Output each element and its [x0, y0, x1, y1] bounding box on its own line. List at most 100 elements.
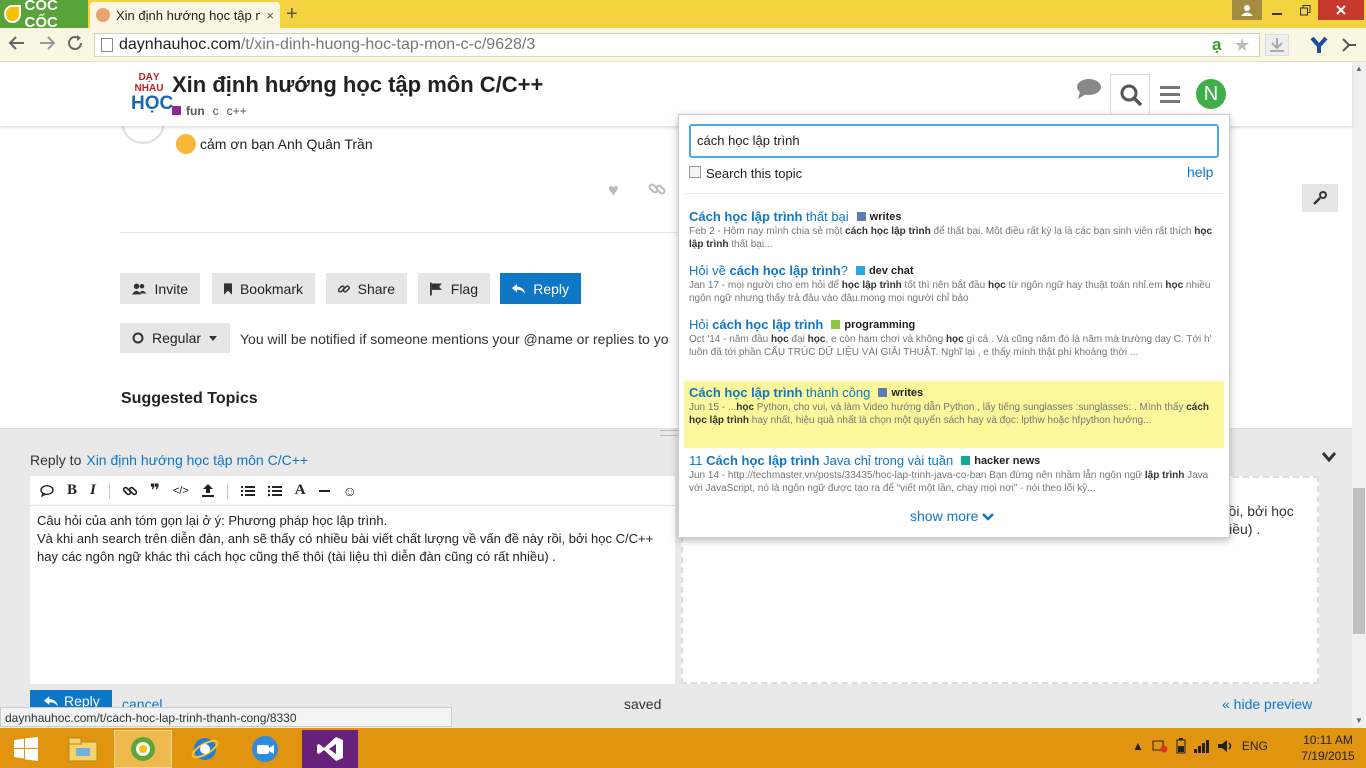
bullet-list-icon[interactable] — [267, 485, 282, 497]
emoji-smile-icon[interactable]: ☺ — [343, 483, 357, 499]
search-result[interactable]: Hỏi cách học lập trình programming Oct '1… — [684, 313, 1224, 379]
category-color-icon — [172, 106, 181, 115]
invite-label: Invite — [154, 280, 188, 297]
search-result[interactable]: Hỏi về cách học lập trình? dev chat Jan 1… — [684, 259, 1224, 311]
reload-icon[interactable] — [66, 34, 84, 52]
search-help-link[interactable]: help — [1187, 164, 1213, 180]
result-title-highlight: Cách học lập trình — [689, 385, 803, 400]
back-arrow-icon[interactable] — [8, 34, 26, 52]
share-link-icon — [338, 284, 350, 293]
scroll-down-arrow-icon[interactable]: ▼ — [1352, 716, 1366, 725]
result-blurb: Oct '14 - năm đầu học đại học, e còn ham… — [689, 334, 1212, 358]
chat-bubble-icon[interactable] — [1076, 78, 1102, 100]
search-result[interactable]: Cách học lập trình thất bại writes Feb 2 … — [684, 205, 1224, 257]
share-button[interactable]: Share — [326, 273, 407, 304]
bookmark-star-icon[interactable]: ★ — [1234, 36, 1250, 54]
code-icon[interactable]: </> — [173, 485, 189, 497]
hyperlink-icon[interactable] — [122, 484, 137, 498]
users-icon — [132, 283, 147, 294]
extension-icon[interactable] — [1310, 36, 1328, 54]
draft-saved-status: saved — [624, 696, 662, 712]
admin-wrench-button[interactable] — [1302, 184, 1338, 212]
search-result[interactable]: 11 Cách học lập trình Java chỉ trong vài… — [684, 449, 1224, 501]
tab-close-icon[interactable]: × — [266, 8, 274, 23]
upload-icon[interactable] — [201, 484, 214, 497]
result-title-pre: Hỏi — [689, 317, 713, 332]
tray-expand-icon[interactable]: ▲ — [1132, 739, 1144, 753]
network-warning-icon[interactable] — [1152, 739, 1168, 753]
result-category: writes — [869, 210, 902, 223]
new-tab-button[interactable]: + — [286, 4, 298, 24]
post-link-icon[interactable] — [648, 180, 666, 198]
visual-studio-icon[interactable] — [302, 730, 358, 768]
taskbar-clock[interactable]: 10:11 AM 7/19/2015 — [1296, 732, 1360, 764]
url-bar[interactable]: daynhauhoc.com/t/xin-dinh-huong-hoc-tap-… — [94, 33, 1260, 57]
video-call-icon[interactable] — [240, 730, 290, 768]
search-this-topic-label[interactable]: Search this topic — [706, 166, 802, 181]
forward-arrow-icon[interactable] — [38, 34, 56, 52]
download-icon[interactable] — [1265, 34, 1289, 56]
coccoc-menu-button[interactable]: CỐC CỐC — [0, 0, 88, 31]
numbered-list-icon[interactable] — [240, 485, 255, 497]
site-logo[interactable]: DẠY NHAU HỌC — [131, 72, 173, 116]
divider — [120, 232, 680, 233]
reply-textarea[interactable]: Câu hỏi của anh tóm gọn lại ở ý: Phương … — [30, 506, 675, 684]
search-input[interactable]: cách học lập trình — [689, 124, 1219, 158]
notification-description: You will be notified if someone mentions… — [240, 331, 669, 347]
volume-icon[interactable] — [1217, 739, 1234, 753]
file-explorer-icon[interactable] — [58, 730, 108, 768]
composer-resize-grip[interactable] — [660, 430, 680, 436]
flag-icon — [430, 282, 442, 295]
tag-c[interactable]: c — [213, 104, 219, 118]
suggested-topics-heading: Suggested Topics — [121, 390, 258, 407]
flag-button[interactable]: Flag — [418, 273, 490, 304]
topic-title[interactable]: Xin định hướng học tập môn C/C++ — [172, 72, 543, 98]
close-window-icon[interactable] — [1318, 0, 1364, 20]
italic-icon[interactable]: I — [90, 482, 96, 499]
smile-emoji-icon — [176, 134, 196, 154]
browser-tab[interactable]: Xin định hướng học tập m × — [90, 2, 280, 28]
blockquote-icon[interactable]: ❞ — [150, 482, 160, 499]
bookmark-icon — [224, 282, 232, 295]
profile-icon[interactable] — [1232, 0, 1262, 20]
scrollbar-thumb[interactable] — [1353, 488, 1365, 634]
result-title-highlight: cách học lập trình — [729, 263, 841, 278]
topic-tags: fun c c++ — [172, 104, 247, 118]
heading-icon[interactable]: A — [295, 482, 306, 499]
category-badge[interactable]: fun — [172, 104, 205, 118]
vietnamese-input-icon[interactable]: ạ — [1212, 36, 1221, 54]
search-result-selected[interactable]: Cách học lập trình thành công writes Jun … — [684, 381, 1224, 448]
coccoc-taskbar-icon[interactable] — [114, 730, 172, 768]
result-title-post: thành công — [802, 385, 871, 400]
scroll-up-arrow-icon[interactable]: ▲ — [1352, 64, 1366, 73]
circle-icon — [132, 332, 144, 344]
search-this-topic-checkbox[interactable] — [689, 166, 701, 178]
reply-to-topic-link[interactable]: Xin định hướng học tập môn C/C++ — [86, 452, 308, 468]
show-more-link[interactable]: show more — [910, 508, 995, 524]
result-title-post: Java chỉ trong vài tuần — [819, 453, 954, 468]
windows-start-icon[interactable] — [0, 730, 52, 768]
restore-window-icon[interactable] — [1290, 0, 1320, 20]
notification-level-dropdown[interactable]: Regular — [120, 323, 230, 353]
internet-explorer-icon[interactable] — [180, 730, 230, 768]
hide-preview-link[interactable]: « hide preview — [1222, 696, 1312, 712]
quote-bubble-icon[interactable] — [40, 484, 54, 497]
like-heart-icon[interactable]: ♥ — [608, 180, 619, 201]
tag-cpp[interactable]: c++ — [227, 104, 247, 118]
minimize-window-icon[interactable] — [1262, 0, 1292, 20]
settings-menu-icon[interactable] — [1340, 36, 1358, 54]
result-blurb: Jan 17 - mọi người cho em hỏi để học lập… — [689, 280, 1211, 304]
user-avatar[interactable]: N — [1196, 79, 1226, 109]
reply-button[interactable]: Reply — [500, 273, 581, 304]
collapse-composer-icon[interactable] — [1322, 452, 1336, 462]
bookmark-button[interactable]: Bookmark — [212, 273, 315, 304]
logo-line1: DẠY — [138, 72, 160, 83]
horizontal-rule-icon[interactable] — [318, 489, 330, 492]
signal-icon[interactable] — [1193, 739, 1210, 753]
invite-button[interactable]: Invite — [120, 273, 200, 304]
input-language-indicator[interactable]: ENG — [1242, 739, 1268, 753]
battery-icon[interactable] — [1176, 738, 1186, 754]
bold-icon[interactable]: B — [67, 482, 77, 499]
hamburger-menu-icon[interactable] — [1160, 86, 1180, 104]
editor-toolbar: B I ❞ </> A ☺ — [30, 476, 675, 506]
